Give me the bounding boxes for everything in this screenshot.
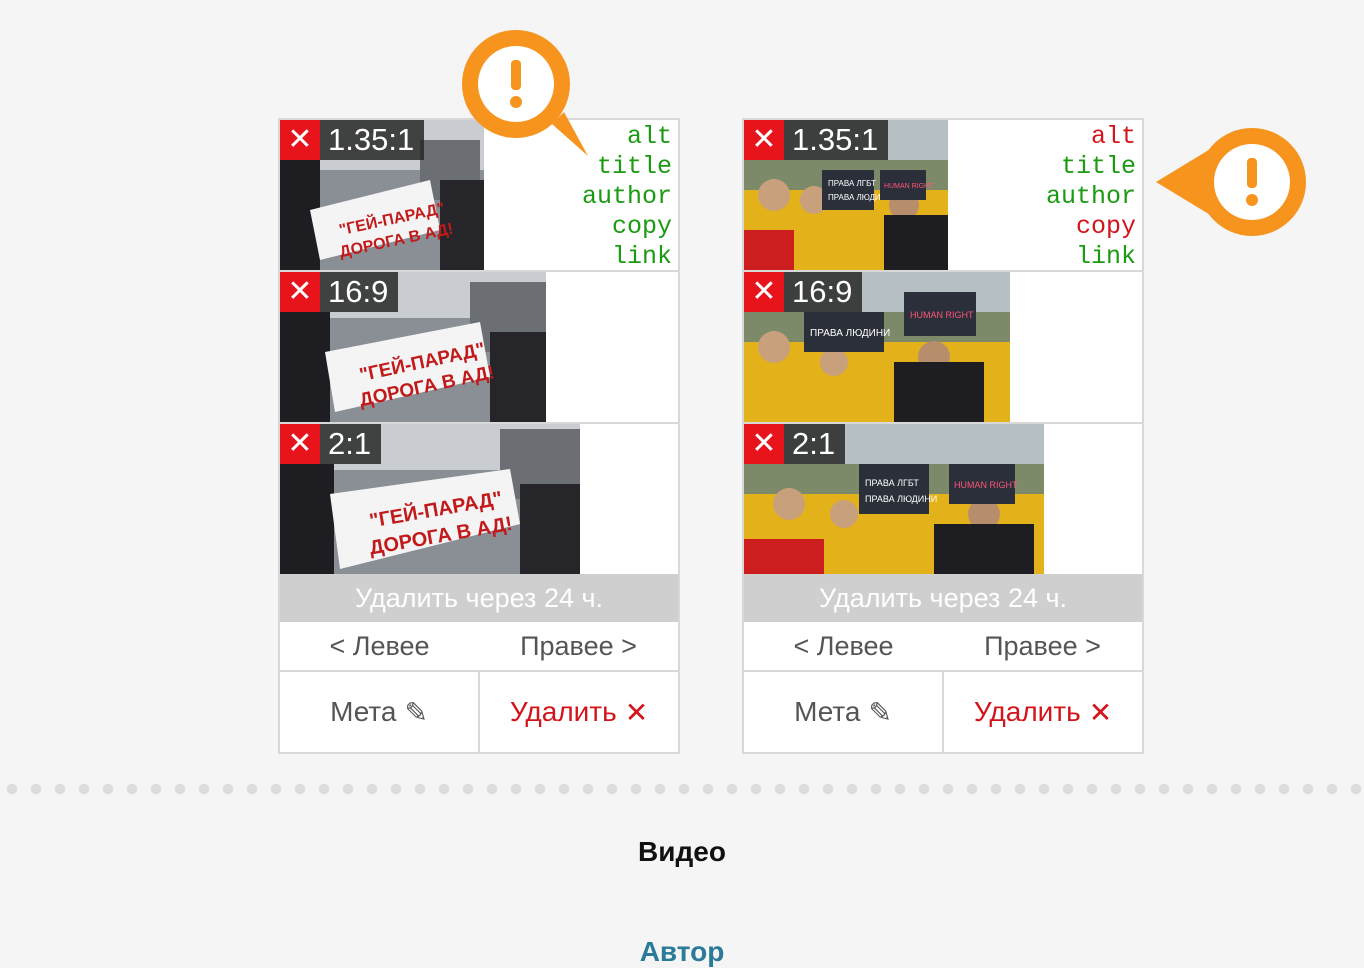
crop-ratio-tag: ✕ 1.35:1 — [744, 120, 889, 160]
meta-field-copy: copy — [1075, 212, 1136, 241]
card-actions: Мета ✎ Удалить ✕ — [280, 672, 678, 752]
crop-row-2-1: "ГЕЙ-ПАРАД" ДОРОГА В АД! ✕ 2:1 — [280, 424, 678, 574]
meta-field-author: author — [581, 182, 672, 211]
meta-field-alt: alt — [626, 122, 672, 151]
svg-text:HUMAN RIGHT: HUMAN RIGHT — [884, 183, 934, 190]
meta-status-list: alt title author copy link — [1045, 122, 1136, 271]
svg-text:ПРАВА ЛГБТ: ПРАВА ЛГБТ — [828, 179, 876, 188]
delete-button-label: Удалить — [973, 696, 1081, 727]
crop-ratio-tag: ✕ 2:1 — [280, 424, 382, 464]
reorder-controls: < Левее Правее > — [280, 622, 678, 672]
meta-button[interactable]: Мета ✎ — [280, 672, 480, 752]
expire-notice: Удалить через 24 ч. — [280, 574, 678, 622]
crop-row-16-9: ПРАВА ЛЮДИНИ HUMAN RIGHT ✕ 16:9 — [744, 272, 1142, 424]
crop-ratio-tag: ✕ 16:9 — [744, 272, 863, 312]
meta-button-label: Мета — [794, 696, 861, 727]
meta-field-title: title — [1060, 152, 1136, 181]
expire-notice: Удалить через 24 ч. — [744, 574, 1142, 622]
delete-button[interactable]: Удалить ✕ — [480, 672, 678, 752]
reorder-controls: < Левее Правее > — [744, 622, 1142, 672]
svg-text:HUMAN RIGHT: HUMAN RIGHT — [954, 480, 1018, 490]
meta-button-label: Мета — [330, 696, 397, 727]
move-right-button[interactable]: Правее > — [479, 622, 678, 670]
close-icon: ✕ — [624, 696, 649, 728]
close-icon[interactable]: ✕ — [744, 120, 784, 160]
crop-ratio-tag: ✕ 16:9 — [280, 272, 399, 312]
close-icon[interactable]: ✕ — [280, 272, 320, 312]
close-icon[interactable]: ✕ — [280, 120, 320, 160]
meta-field-author: author — [1045, 182, 1136, 211]
crop-row-1-35: ПРАВА ЛГБТ ПРАВА ЛЮДИНИ HUMAN RIGHT ✕ 1.… — [744, 120, 1142, 272]
pencil-icon: ✎ — [404, 696, 428, 728]
crop-ratio-label: 16:9 — [784, 272, 863, 312]
image-card: ПРАВА ЛГБТ ПРАВА ЛЮДИНИ HUMAN RIGHT ✕ 1.… — [742, 118, 1144, 754]
meta-field-copy: copy — [611, 212, 672, 241]
crop-row-2-1: ПРАВА ЛГБТ ПРАВА ЛЮДИНИ HUMAN RIGHT ✕ 2:… — [744, 424, 1142, 574]
meta-field-title: title — [596, 152, 672, 181]
image-card: "ГЕЙ-ПАРАД" ДОРОГА В АД! ✕ 1.35:1 alt ti… — [278, 118, 680, 754]
crop-ratio-label: 1.35:1 — [784, 120, 889, 160]
close-icon[interactable]: ✕ — [744, 424, 784, 464]
meta-field-link: link — [1075, 242, 1136, 271]
svg-text:ПРАВА ЛЮДИНИ: ПРАВА ЛЮДИНИ — [810, 328, 890, 339]
close-icon: ✕ — [1088, 696, 1113, 728]
move-left-button[interactable]: < Левее — [744, 622, 943, 670]
close-icon[interactable]: ✕ — [280, 424, 320, 464]
exclamation-icon — [1156, 128, 1306, 236]
crop-ratio-label: 1.35:1 — [320, 120, 425, 160]
meta-status-list: alt title author copy link — [581, 122, 672, 271]
svg-text:HUMAN RIGHT: HUMAN RIGHT — [910, 310, 974, 320]
author-link[interactable]: Автор — [0, 936, 1364, 968]
delete-button[interactable]: Удалить ✕ — [944, 672, 1142, 752]
exclamation-icon — [462, 30, 588, 156]
close-icon[interactable]: ✕ — [744, 272, 784, 312]
section-title: Видео — [638, 836, 726, 867]
crop-ratio-tag: ✕ 2:1 — [744, 424, 846, 464]
svg-text:ПРАВА ЛЮДИНИ: ПРАВА ЛЮДИНИ — [865, 494, 937, 504]
move-right-button[interactable]: Правее > — [943, 622, 1142, 670]
crop-ratio-label: 16:9 — [320, 272, 399, 312]
crop-ratio-label: 2:1 — [320, 424, 382, 464]
svg-text:ПРАВА ЛГБТ: ПРАВА ЛГБТ — [865, 478, 919, 488]
meta-field-alt: alt — [1090, 122, 1136, 151]
delete-button-label: Удалить — [509, 696, 617, 727]
crop-row-16-9: "ГЕЙ-ПАРАД" ДОРОГА В АД! ✕ 16:9 — [280, 272, 678, 424]
move-left-button[interactable]: < Левее — [280, 622, 479, 670]
card-actions: Мета ✎ Удалить ✕ — [744, 672, 1142, 752]
dotted-divider — [0, 782, 1364, 796]
meta-button[interactable]: Мета ✎ — [744, 672, 944, 752]
crop-ratio-label: 2:1 — [784, 424, 846, 464]
pencil-icon: ✎ — [868, 696, 892, 728]
meta-field-link: link — [611, 242, 672, 271]
crop-ratio-tag: ✕ 1.35:1 — [280, 120, 425, 160]
